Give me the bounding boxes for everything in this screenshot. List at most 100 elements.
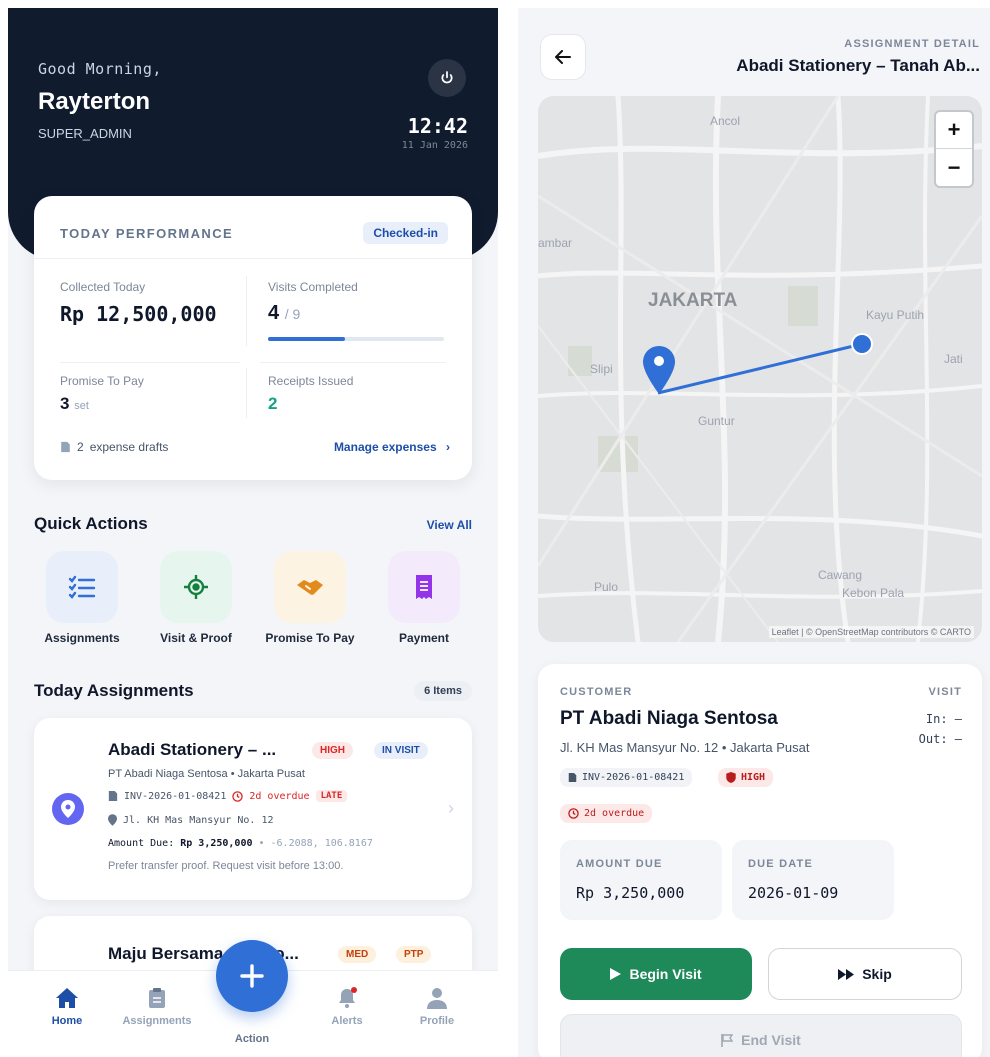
visit-in: In: — [925, 712, 962, 726]
priority-tag: MED [338, 946, 377, 963]
play-icon [610, 968, 622, 980]
begin-visit-label: Begin Visit [629, 966, 702, 982]
assignment-address: Jl. KH Mas Mansyur No. 12 [123, 814, 274, 826]
nav-alerts[interactable]: Alerts [302, 981, 392, 1027]
amount-value: Rp 3,250,000 [180, 838, 253, 849]
amount-label: Amount Due: [108, 838, 175, 849]
nav-profile[interactable]: Profile [392, 981, 482, 1027]
amount-due-label: AMOUNT DUE [576, 858, 663, 870]
amount-due-value: Rp 3,250,000 [576, 884, 685, 902]
arrow-left-icon [555, 50, 571, 64]
assignment-detail-screen: ASSIGNMENT DETAIL Abadi Stationery – Tan… [518, 8, 990, 1057]
plus-icon [240, 964, 264, 988]
nav-action-label-wrap: Action [207, 1033, 297, 1049]
priority-tag: HIGH [312, 742, 353, 759]
quick-action-label: Promise To Pay [265, 631, 355, 645]
map-place-label: Kayu Putih [866, 308, 925, 322]
location-pin-badge [52, 793, 84, 825]
overdue-text: 2d overdue [584, 808, 645, 819]
map-place-label: JAKARTA [648, 290, 738, 311]
quick-action-label: Visit & Proof [160, 631, 232, 645]
map-zoom-control: + − [934, 110, 974, 188]
collected-label: Collected Today [60, 280, 146, 294]
chevron-right-icon: › [446, 440, 450, 454]
visits-total: / 9 [284, 306, 301, 322]
skip-button[interactable]: Skip [768, 948, 962, 1000]
map-attribution[interactable]: Leaflet | © OpenStreetMap contributors ©… [768, 626, 974, 638]
clock-icon [232, 790, 244, 802]
back-button[interactable] [540, 34, 586, 80]
action-fab-button[interactable] [216, 940, 288, 1012]
home-icon [56, 988, 78, 1008]
end-visit-button[interactable]: End Visit [560, 1014, 962, 1057]
expense-drafts: 2 expense drafts [60, 440, 168, 454]
status-tag: PTP [396, 946, 432, 963]
priority-text: HIGH [741, 772, 766, 783]
zoom-out-button[interactable]: − [936, 149, 972, 186]
assignment-title: Abadi Stationery – ... [108, 740, 277, 759]
map-place-label: Slipi [590, 362, 613, 376]
today-assignments-title: Today Assignments [34, 681, 194, 700]
due-date-value: 2026-01-09 [748, 884, 839, 902]
drafts-label: expense drafts [89, 440, 169, 454]
end-visit-label: End Visit [741, 1032, 801, 1048]
user-name: Rayterton [38, 88, 151, 115]
nav-home[interactable]: Home [22, 981, 112, 1027]
view-all-link[interactable]: View All [427, 518, 472, 532]
document-icon [568, 773, 577, 782]
power-button[interactable] [428, 59, 466, 97]
customer-label: CUSTOMER [560, 686, 633, 698]
map-place-label: Pulo [594, 580, 619, 594]
assignment-amount-row: Amount Due: Rp 3,250,000 • -6.2088, 106.… [108, 838, 373, 849]
assignment-card[interactable]: Abadi Stationery – ... HIGH IN VISIT PT … [34, 718, 472, 900]
chevron-right-icon: › [448, 798, 454, 818]
divider [34, 258, 472, 259]
map-place-label: Guntur [698, 414, 735, 428]
receipt-icon [416, 575, 432, 599]
home-screen: Good Morning, Rayterton SUPER_ADMIN 12:4… [8, 8, 498, 1057]
begin-visit-button[interactable]: Begin Visit [560, 948, 752, 1000]
map-place-label: ambar [538, 236, 573, 250]
invoice-number: INV-2026-01-08421 [582, 772, 685, 783]
due-date-label: DUE DATE [748, 858, 814, 870]
user-role: SUPER_ADMIN [38, 126, 132, 141]
visits-progress-bar [268, 337, 444, 341]
power-icon [441, 71, 453, 84]
quick-action-assignments[interactable] [46, 551, 118, 623]
map-place-label: Jati [944, 352, 963, 366]
drafts-count: 2 [77, 440, 84, 454]
quick-action-payment[interactable] [388, 551, 460, 623]
fast-forward-icon [838, 968, 855, 980]
ptp-value: 3 set [60, 394, 89, 414]
nav-label: Home [51, 1015, 83, 1027]
zoom-in-button[interactable]: + [936, 112, 972, 149]
map-place-label: Cawang [818, 568, 863, 582]
quick-action-promise-to-pay[interactable] [274, 551, 346, 623]
manage-expenses-link[interactable]: Manage expenses › [334, 440, 450, 454]
divider [60, 362, 240, 363]
map-view[interactable]: Ancol ambar JAKARTA Kayu Putih Slipi Jat… [538, 96, 982, 642]
manage-expenses-label: Manage expenses [333, 440, 437, 454]
performance-title: TODAY PERFORMANCE [60, 226, 234, 241]
divider [246, 368, 247, 418]
target-icon [184, 575, 208, 599]
visits-done: 4 [268, 302, 280, 324]
nav-assignments[interactable]: Assignments [112, 981, 202, 1027]
performance-card: TODAY PERFORMANCE Checked-in Collected T… [34, 196, 472, 480]
receipts-label: Receipts Issued [268, 374, 354, 388]
quick-action-visit-proof[interactable] [160, 551, 232, 623]
skip-label: Skip [862, 966, 892, 982]
invoice-number: INV-2026-01-08421 [124, 790, 227, 802]
shield-icon [726, 772, 736, 783]
document-icon [61, 441, 70, 453]
priority-chip: HIGH [718, 768, 774, 787]
nav-label: Alerts [331, 1015, 363, 1027]
clipboard-icon [149, 988, 165, 1008]
visits-value: 4 / 9 [268, 302, 300, 325]
assignment-invoice-row: INV-2026-01-08421 2d overdue LATE [108, 790, 348, 802]
detail-header-title: Abadi Stationery – Tanah Ab... [736, 56, 980, 75]
checkin-status-badge: Checked-in [363, 222, 448, 244]
handshake-icon [297, 580, 323, 595]
status-tag: IN VISIT [374, 742, 428, 759]
map-place-label: Ancol [710, 114, 741, 128]
